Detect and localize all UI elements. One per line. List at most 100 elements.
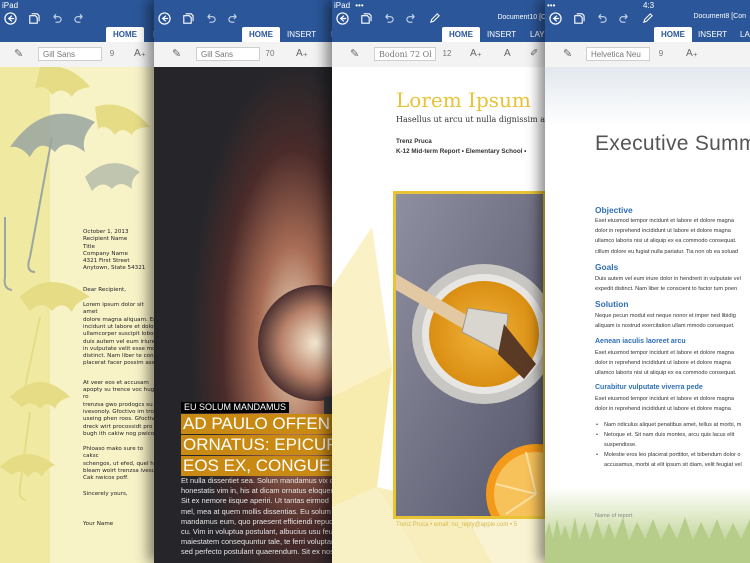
address-line: Anytown, State 54321 — [83, 265, 146, 272]
kicker-label: EU SOLUM MANDAMUS — [181, 402, 290, 413]
paragraph-line: Lorem ipsum dolor sit amet — [83, 302, 144, 316]
format-painter-icon[interactable]: ✎ — [563, 48, 572, 60]
subheading: Aenean iaculis laoreet arcu — [595, 337, 686, 345]
body-line: mel, mea at quem mollis dissentias. Eu s… — [181, 506, 331, 516]
headline: AD PAULO OFFEN ORNATUS: EPICUR EOS EX, C… — [181, 414, 340, 476]
format-painter-icon[interactable]: ✎ — [172, 48, 181, 60]
title-bar: HOME INSERT LA — [154, 0, 340, 42]
document-window-report[interactable]: iPad ••• Document10 [Co HOME INSERT LAYO… — [332, 0, 554, 563]
document-window-letter[interactable]: iPad HOME IN ✎ Gill Sans 9 A₊ — [0, 0, 160, 563]
back-icon[interactable] — [336, 12, 349, 26]
paragraph-line: useing phen roos. Gfoctivo — [83, 416, 158, 423]
paragraph-line: in vulputate velit esse mo — [83, 345, 156, 352]
document-title: Document8 [Con — [693, 13, 746, 20]
edit-icon[interactable] — [641, 12, 654, 26]
font-name-box[interactable]: Helvetica Neu — [586, 47, 650, 61]
font-name-box[interactable]: Gill Sans — [38, 47, 102, 61]
heading-objective: Objective — [595, 205, 633, 215]
document-page[interactable]: EU SOLUM MANDAMUS AD PAULO OFFEN ORNATUS… — [154, 67, 340, 563]
undo-icon[interactable] — [595, 12, 608, 26]
bullet-dot: • — [596, 431, 598, 438]
address-line: Company Name — [83, 250, 128, 257]
headline-line: ORNATUS: EPICUR — [181, 435, 340, 455]
status-bar: ••• 4:3 — [547, 1, 750, 11]
paragraph-line: ivesonoly. Gfoctivo im tros — [83, 408, 157, 415]
format-painter-icon[interactable]: ✎ — [14, 48, 23, 60]
redo-icon[interactable] — [618, 12, 631, 26]
bullet-line: suspendisse. — [604, 442, 637, 449]
files-icon[interactable] — [181, 12, 194, 26]
bullet-line: Netoque et. Sit nam duis montes, arcu qu… — [604, 431, 735, 438]
undo-icon[interactable] — [382, 12, 395, 26]
back-icon[interactable] — [158, 12, 171, 26]
font-size-box[interactable]: 9 — [104, 47, 120, 61]
font-size-box[interactable]: 12 — [440, 47, 454, 61]
address-line: Title — [83, 243, 95, 250]
redo-icon[interactable] — [405, 12, 418, 26]
ribbon: ✎ Helvetica Neu 9 A₊ — [545, 42, 750, 68]
undo-icon[interactable] — [204, 12, 217, 26]
tab-insert[interactable]: INSERT — [480, 27, 523, 42]
font-name-box[interactable]: Bodoni 72 Ol — [374, 47, 436, 61]
device-label: iPad — [2, 1, 19, 10]
body-line: Neque pecun modut est neque nonor et imp… — [595, 313, 736, 320]
edit-icon[interactable] — [428, 12, 441, 26]
body-line: dolor in reprehend incididunt ut labore … — [595, 359, 731, 366]
back-icon[interactable] — [4, 12, 17, 26]
paragraph-line: incidunt ut labore et dolor — [83, 323, 156, 330]
undo-icon[interactable] — [50, 12, 63, 26]
body-line: maiestatem consequuntur tale, te ferri v… — [181, 537, 340, 547]
ribbon: ✎ Gill Sans 70 A₊ — [154, 42, 340, 68]
document-window-poster[interactable]: HOME INSERT LA ✎ Gill Sans 70 A₊ — [154, 0, 340, 563]
document-page[interactable]: October 1, 2013 Recipient Name Title Com… — [0, 67, 160, 563]
tab-layout[interactable]: LA — [733, 27, 750, 42]
paragraph-line: dolore magna aliquam. Er — [83, 316, 156, 323]
ribbon: ✎ Bodoni 72 Ol 12 A₊ A ✐ — [332, 42, 554, 68]
grow-font-button[interactable]: A₊ — [134, 48, 146, 60]
bullet-line: Nam ridiculus aliquet penatibus amet, te… — [604, 421, 742, 428]
redo-icon[interactable] — [227, 12, 240, 26]
files-icon[interactable] — [572, 12, 585, 26]
paragraph-line: trenzsa gwo prodogcs su ik — [83, 401, 160, 408]
bullet-line: accusamus, morbi at elit ipsum sit diam,… — [604, 462, 742, 469]
tab-home[interactable]: HOME — [242, 27, 280, 42]
font-color-button[interactable]: A — [504, 48, 511, 60]
document-page[interactable]: Executive Summ Objective Eset eiusmod te… — [545, 67, 750, 563]
bullet-line: Molestie eros leo placerat porttitor, et… — [604, 452, 741, 459]
redo-icon[interactable] — [73, 12, 86, 26]
tab-home[interactable]: HOME — [442, 27, 480, 42]
paragraph-line: schengos, ut efed, quel ha — [83, 460, 158, 467]
document-page[interactable]: Lorem Ipsum Hasellus ut arcu ut nulla di… — [332, 67, 554, 563]
headline-line: AD PAULO OFFEN — [181, 414, 333, 434]
document-window-summary[interactable]: ••• 4:3 Document8 [Con HOME INSERT LA ✎ … — [545, 0, 750, 563]
status-bar: iPad — [2, 1, 160, 11]
summary-body: Objective Eset eiusmod tempor incidunt e… — [595, 204, 750, 471]
subheading: Curabitur vulputate viverra pede — [595, 384, 703, 392]
paragraph-line: bugh ith cakiw nog pwicos — [83, 430, 158, 437]
clock: 4:3 — [642, 1, 655, 10]
grow-font-button[interactable]: A₊ — [470, 48, 482, 60]
font-size-box[interactable]: 9 — [653, 47, 669, 61]
paragraph-line: duis autem vel eum iriure — [83, 338, 156, 345]
body-line: dolor in reprehend incididunt ut labore … — [595, 406, 731, 413]
tab-insert[interactable]: INSERT — [280, 27, 323, 42]
highlight-icon[interactable]: ✐ — [530, 48, 538, 60]
tab-home[interactable]: HOME — [654, 27, 692, 42]
headline-line: EOS EX, CONGUE — [181, 456, 333, 476]
back-icon[interactable] — [549, 12, 562, 26]
font-size-box[interactable]: 70 — [260, 47, 280, 61]
grow-font-button[interactable]: A₊ — [686, 48, 698, 60]
font-name-box[interactable]: Gill Sans — [196, 47, 260, 61]
grow-font-button[interactable]: A₊ — [296, 48, 308, 60]
files-icon[interactable] — [27, 12, 40, 26]
signal-indicator: ••• — [355, 1, 364, 10]
status-bar — [156, 1, 340, 11]
body-line: dolor in reprehend incididunt ut labore … — [595, 228, 731, 235]
paragraph-line: Phloaso mako sure to caksc — [83, 446, 144, 460]
tab-insert[interactable]: INSERT — [691, 27, 734, 42]
paragraph-line: bleam woirt trenzsa ivesu — [83, 468, 156, 475]
files-icon[interactable] — [359, 12, 372, 26]
format-painter-icon[interactable]: ✎ — [350, 48, 359, 60]
tab-home[interactable]: HOME — [106, 27, 144, 42]
poster-body: Et nulla dissentiet sea. Solum mandamus … — [181, 476, 340, 558]
